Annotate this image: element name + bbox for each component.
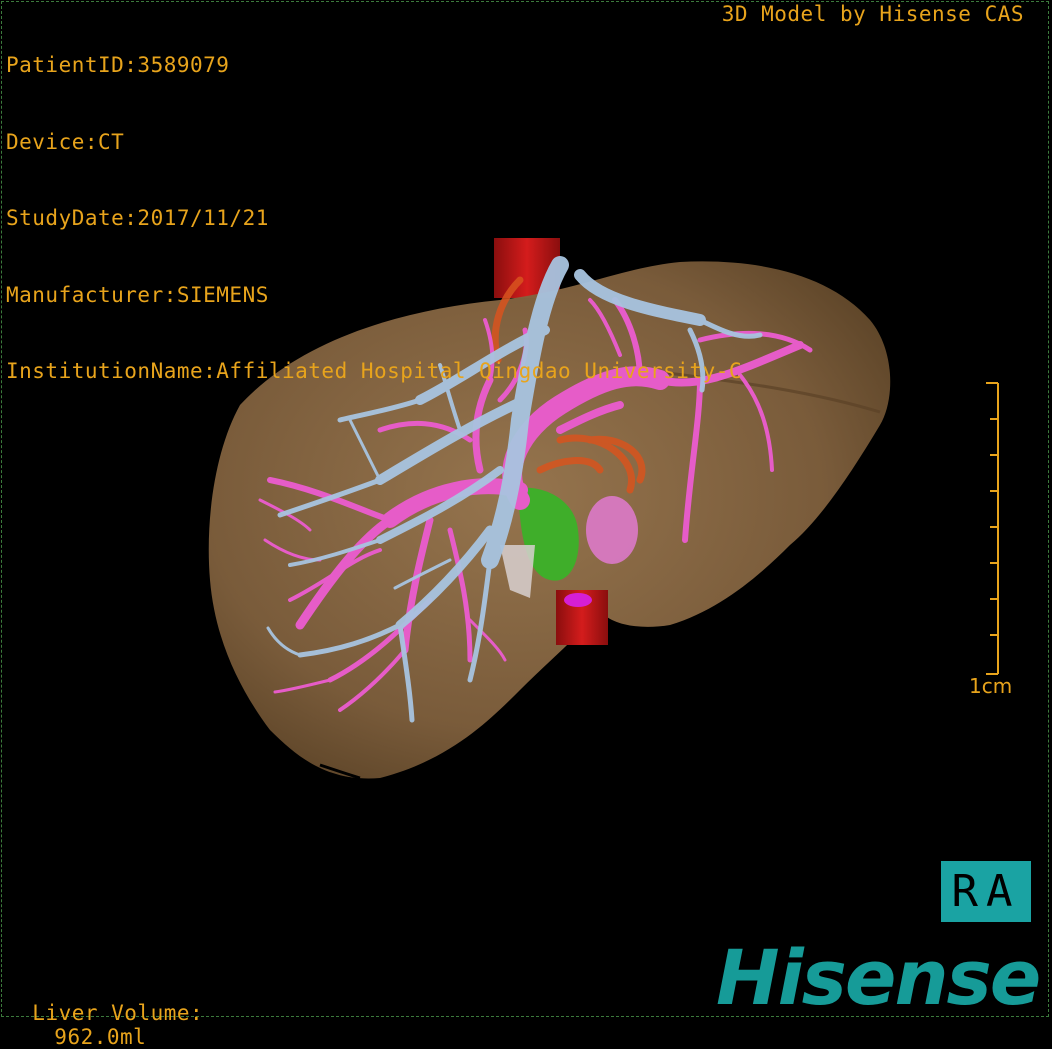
scale-bar-label: 1cm: [969, 674, 1013, 698]
device-text: Device:CT: [6, 129, 125, 154]
patient-id-text: PatientID:3589079: [6, 53, 230, 77]
scale-bar: [986, 382, 999, 675]
liver-volume-value: 962.0ml: [54, 1025, 147, 1049]
study-date-text: StudyDate:2017/11/21: [6, 206, 269, 230]
patient-info-overlay: PatientID:3589079 Device:CT StudyDate:20…: [6, 2, 742, 410]
institution-text: InstitutionName:Affiliated Hospital Qing…: [6, 359, 743, 383]
liver-volume-readout: Liver Volume: 962.0ml: [6, 977, 203, 1049]
hisense-logo: Hisense: [716, 933, 1041, 1022]
orientation-indicator[interactable]: RA: [941, 861, 1031, 922]
model-credit-text: 3D Model by Hisense CAS: [721, 2, 1024, 26]
manufacturer-text: Manufacturer:SIEMENS: [6, 282, 269, 307]
liver-volume-label: Liver Volume:: [32, 1001, 204, 1025]
